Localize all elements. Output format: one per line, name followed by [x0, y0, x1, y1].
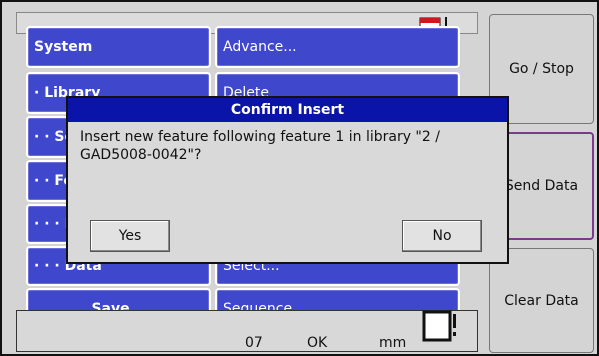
- confirm-insert-dialog: Confirm Insert Insert new feature follow…: [66, 96, 509, 264]
- status-cell-2: OK: [307, 335, 328, 351]
- yes-button[interactable]: Yes: [90, 220, 170, 252]
- no-button[interactable]: No: [402, 220, 482, 252]
- status-cell-3: mm: [379, 335, 407, 351]
- dialog-title: Confirm Insert: [68, 98, 507, 122]
- advance-button[interactable]: Advance...: [215, 26, 460, 68]
- dialog-message: Insert new feature following feature 1 i…: [80, 129, 440, 163]
- clipboard-icon: [422, 310, 456, 342]
- screen: System · Library · · Se · · Fe · · · M ·…: [0, 0, 599, 356]
- menu-system[interactable]: System: [26, 26, 211, 68]
- status-bar: 07 OK mm: [16, 310, 478, 352]
- status-cell-1: 07: [245, 335, 263, 351]
